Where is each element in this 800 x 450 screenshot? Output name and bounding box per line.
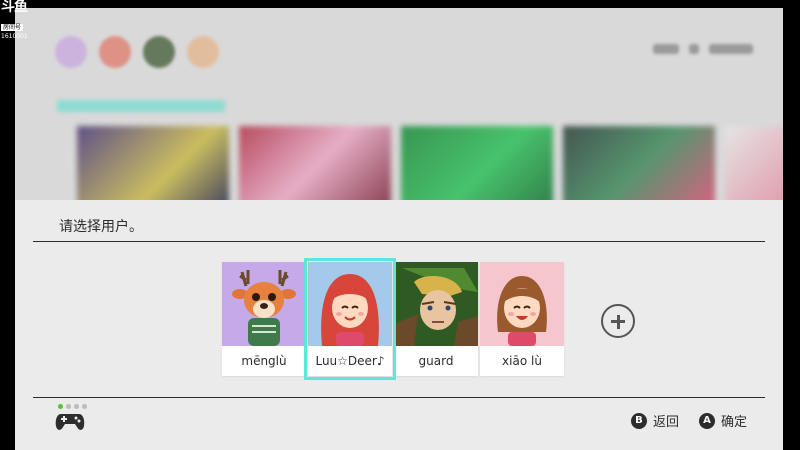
bg-user-avatars: [55, 36, 219, 68]
divider: [33, 241, 765, 242]
watermark-room-label: 房间号: [1, 24, 24, 31]
controller-player-indicator: [58, 404, 87, 409]
button-hints: B 返回 A 确定: [630, 411, 747, 430]
stream-watermark: 斗鱼 房间号 1610001: [1, 0, 37, 40]
blurred-home-screen: [15, 8, 783, 200]
watermark-room-number: 1610001: [1, 33, 28, 40]
user-name: Luu☆Deer♪: [315, 354, 385, 368]
mii-red-hair-avatar: [308, 262, 392, 346]
divider: [33, 397, 765, 398]
user-card-luu-deer[interactable]: Luu☆Deer♪: [304, 258, 396, 380]
watermark-logo: 斗鱼: [1, 0, 28, 15]
controller-icon[interactable]: [55, 410, 85, 436]
player-led-1: [58, 404, 63, 409]
player-led-3: [74, 404, 79, 409]
sheet-title: 请选择用户。: [59, 219, 143, 235]
user-card-xiao-lu[interactable]: xiāo lù: [480, 262, 564, 376]
bg-game-tiles: [77, 126, 783, 200]
mii-brown-hair-avatar: [480, 262, 564, 346]
link-hero-avatar: [394, 262, 478, 346]
user-card-guard[interactable]: guard: [394, 262, 478, 376]
user-name: mēnglù: [241, 354, 287, 368]
player-led-4: [82, 404, 87, 409]
user-name: guard: [418, 354, 454, 368]
user-select-sheet: 请选择用户。 mēnglù Luu☆Deer♪ guard xiāo lù B …: [15, 200, 783, 450]
add-user-button[interactable]: [601, 304, 635, 338]
back-label: 返回: [652, 415, 679, 430]
b-button-icon: B: [630, 412, 647, 429]
user-card-menglu[interactable]: mēnglù: [222, 262, 306, 376]
user-name: xiāo lù: [502, 354, 542, 368]
bg-selection-highlight: [57, 100, 225, 112]
back-hint[interactable]: B 返回: [630, 411, 679, 430]
confirm-label: 确定: [720, 415, 747, 430]
deer-villager-avatar: [222, 262, 306, 346]
a-button-icon: A: [698, 412, 715, 429]
bg-status-bar: [653, 44, 753, 54]
confirm-hint[interactable]: A 确定: [698, 411, 747, 430]
player-led-2: [66, 404, 71, 409]
user-list: mēnglù Luu☆Deer♪ guard xiāo lù: [222, 258, 564, 380]
